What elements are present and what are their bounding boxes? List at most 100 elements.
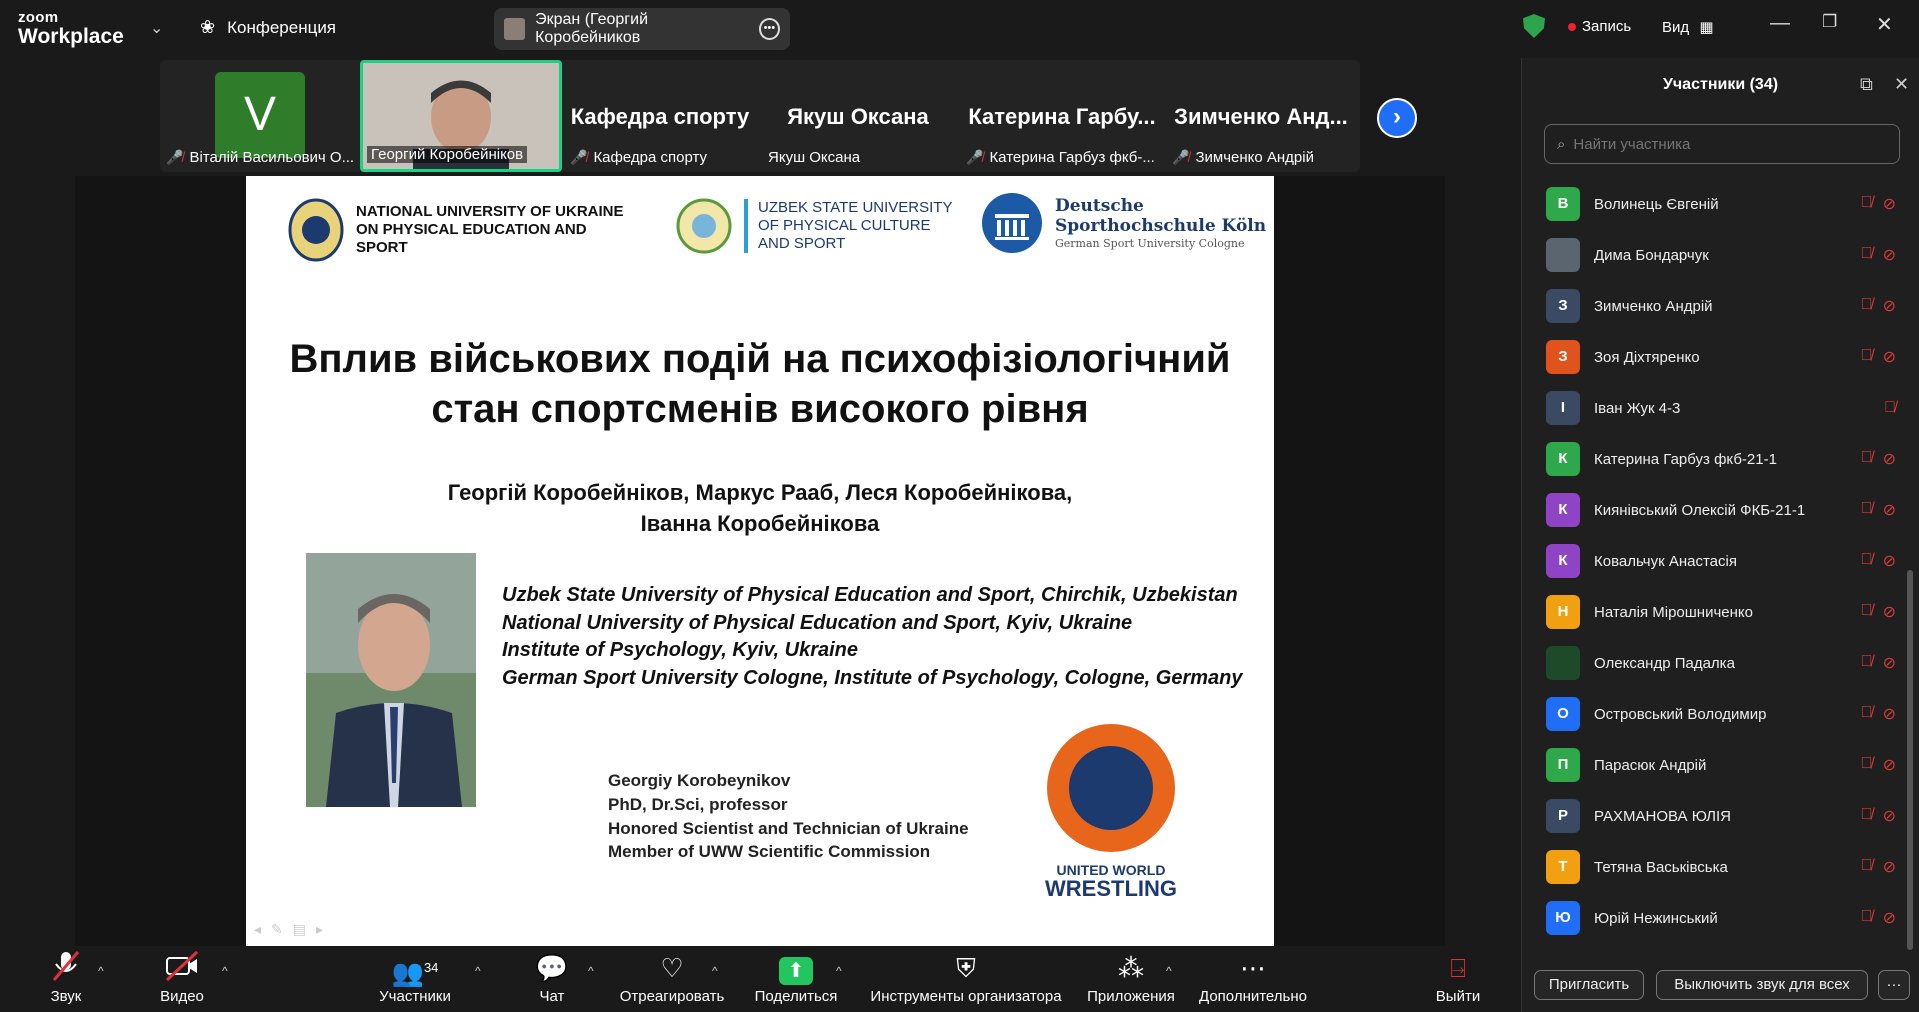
tile-label: 🎤̸ Катерина Гарбуз фкб-...: [966, 149, 1155, 166]
participant-row[interactable]: І Іван Жук 4-3 🎙̸: [1546, 386, 1896, 430]
participant-row[interactable]: П Парасюк Андрій 🎙̸ ⊘: [1546, 743, 1896, 787]
participant-status-icons: 🎙̸ ⊘: [1861, 551, 1896, 571]
share-button[interactable]: ⬆ Поделиться: [754, 950, 838, 1005]
audio-options-caret[interactable]: ^: [98, 964, 104, 978]
uni3-line: Sporthochschule Köln: [1055, 216, 1267, 237]
nuupes-logo-block: NATIONAL UNIVERSITY OF UKRAINE ON PHYSIC…: [288, 198, 624, 262]
participant-row[interactable]: О Островський Володимир 🎙̸ ⊘: [1546, 692, 1896, 736]
video-tile[interactable]: Якуш Оксана Якуш Оксана: [758, 60, 958, 172]
mic-muted-icon: 🎙̸: [1860, 296, 1873, 313]
participant-row[interactable]: Дима Бондарчук 🎙̸ ⊘: [1546, 233, 1896, 277]
video-button[interactable]: Видео: [152, 950, 212, 1005]
participant-list[interactable]: В Волинець Євгеній 🎙̸ ⊘ Дима Бондарчук 🎙̸ ⊘ З Зи…: [1522, 176, 1902, 956]
video-tile[interactable]: V 🎤̸ Віталій Васильович О...: [160, 60, 358, 172]
chat-button[interactable]: 💬 Чат: [530, 950, 574, 1005]
react-button[interactable]: ♡ Отреагировать: [618, 950, 726, 1005]
restore-icon[interactable]: ❐: [1822, 12, 1837, 32]
apps-button[interactable]: ⁂ Приложения: [1084, 950, 1178, 1005]
mic-muted-icon: [40, 950, 92, 986]
zoom-logo[interactable]: zoom Workplace: [18, 10, 124, 47]
share-options-caret[interactable]: ^: [836, 964, 842, 978]
close-icon[interactable]: ✕: [1876, 12, 1893, 37]
video-gallery-strip: V 🎤̸ Віталій Васильович О... Георгий Коро…: [160, 60, 1360, 172]
video-tile-active-speaker[interactable]: Георгий Коробейніков: [360, 60, 562, 172]
tile-name-large: Кафедра спорту: [570, 104, 750, 129]
participant-row[interactable]: К Киянівський Олексій ФКБ-21-1 🎙̸ ⊘: [1546, 488, 1896, 532]
next-page-button[interactable]: ›: [1377, 98, 1417, 138]
participant-name: РАХМАНОВА ЮЛІЯ: [1594, 807, 1732, 825]
tile-name-large: Зимченко Анд...: [1174, 104, 1348, 129]
video-tile[interactable]: Зимченко Анд... 🎤̸ Зимченко Андрій: [1166, 60, 1356, 172]
minimize-icon[interactable]: —: [1770, 12, 1790, 35]
participants-button[interactable]: 👥34 Участники: [370, 950, 460, 1005]
share-label: Поделиться: [754, 988, 838, 1005]
host-tools-label: Инструменты организатора: [870, 988, 1062, 1005]
video-tile[interactable]: Катерина Гарбу... 🎤̸ Катерина Гарбуз фкб-…: [960, 60, 1164, 172]
participant-name: Катерина Гарбуз фкб-21-1: [1594, 450, 1777, 468]
participant-row[interactable]: З Зимченко Андрій 🎙̸ ⊘: [1546, 284, 1896, 328]
tile-label: 🎤̸ Віталій Васильович О...: [166, 149, 354, 166]
participant-row[interactable]: Т Тетяна Васьківська 🎙̸ ⊘: [1546, 845, 1896, 889]
leave-button[interactable]: ⍈ Выйти: [1432, 950, 1484, 1005]
apps-label: Приложения: [1087, 988, 1175, 1005]
mic-muted-icon: 🎙̸: [1860, 602, 1873, 619]
invite-button[interactable]: Пригласить: [1534, 970, 1644, 1000]
meeting-info-button[interactable]: ❀ Конференция: [200, 17, 336, 38]
slide-title: Вплив військових подій на психофізіологі…: [246, 334, 1274, 434]
participants-options-caret[interactable]: ^: [475, 964, 481, 978]
record-dot-icon: [1568, 22, 1576, 31]
record-button[interactable]: Запись: [1568, 18, 1631, 35]
security-shield-icon[interactable]: [1523, 14, 1545, 38]
avatar: Ю: [1546, 901, 1580, 935]
tile-label: Георгий Коробейніков: [367, 146, 528, 163]
view-button[interactable]: Вид ▦: [1662, 18, 1714, 36]
host-tools-button[interactable]: ⛨ Инструменты организатора: [866, 950, 1066, 1005]
mute-all-button[interactable]: Выключить звук для всех: [1656, 970, 1868, 1000]
record-label: Запись: [1582, 18, 1632, 35]
participant-row[interactable]: З Зоя Діхтяренко 🎙̸ ⊘: [1546, 335, 1896, 379]
mic-muted-icon: 🎤̸: [1172, 149, 1190, 165]
screen-share-indicator[interactable]: Экран (Георгий Коробейников •••: [494, 8, 790, 50]
participant-row[interactable]: Ю Юрій Нежинський 🎙̸ ⊘: [1546, 896, 1896, 940]
screen-share-label: Экран (Георгий Коробейников: [535, 11, 649, 46]
leave-label: Выйти: [1435, 988, 1481, 1005]
participant-row[interactable]: К Катерина Гарбуз фкб-21-1 🎙̸ ⊘: [1546, 437, 1896, 481]
pop-out-icon[interactable]: ⧉: [1860, 74, 1873, 95]
participant-row[interactable]: К Ковальчук Анастасія 🎙̸ ⊘: [1546, 539, 1896, 583]
participant-row[interactable]: Олександр Падалка 🎙̸ ⊘: [1546, 641, 1896, 685]
more-button[interactable]: ⋯ Дополнительно: [1196, 950, 1310, 1005]
participant-name: Дима Бондарчук: [1594, 246, 1709, 264]
share-screen-icon: ⬆: [779, 957, 813, 985]
uni3-line: Deutsche: [1055, 196, 1144, 217]
avatar: V: [215, 72, 305, 158]
slide-nav-controls[interactable]: ◂✎▤▸: [254, 921, 333, 938]
audio-button[interactable]: Звук: [40, 950, 92, 1005]
mic-muted-icon: 🎙̸: [1860, 857, 1873, 874]
avatar: [1546, 238, 1580, 272]
more-options-button[interactable]: ···: [1878, 970, 1910, 1000]
participant-status-icons: 🎙̸ ⊘: [1861, 755, 1896, 775]
mic-muted-icon: 🎙̸: [1860, 449, 1873, 466]
close-panel-icon[interactable]: ✕: [1894, 74, 1909, 95]
apps-options-caret[interactable]: ^: [1166, 964, 1172, 978]
tile-name-large: Якуш Оксана: [787, 104, 929, 129]
react-options-caret[interactable]: ^: [712, 964, 718, 978]
participant-row[interactable]: Н Наталія Мірошниченко 🎙̸ ⊘: [1546, 590, 1896, 634]
participant-status-icons: 🎙̸ ⊘: [1861, 908, 1896, 928]
video-options-caret[interactable]: ^: [222, 964, 228, 978]
search-input[interactable]: [1573, 135, 1874, 153]
participant-row[interactable]: Р РАХМАНОВА ЮЛІЯ 🎙̸ ⊘: [1546, 794, 1896, 838]
participants-scrollbar[interactable]: [1907, 570, 1913, 950]
chevron-down-icon[interactable]: ⌄: [150, 18, 163, 38]
video-off-icon: ⊘: [1882, 757, 1896, 774]
participant-search[interactable]: ⌕: [1544, 124, 1900, 164]
tile-name: Катерина Гарбуз фкб-...: [989, 149, 1155, 166]
chat-options-caret[interactable]: ^: [588, 964, 594, 978]
video-off-icon: ⊘: [1882, 502, 1896, 519]
heart-icon: ♡: [660, 953, 684, 983]
more-options-icon[interactable]: •••: [758, 18, 780, 40]
sharer-avatar: [504, 18, 526, 40]
participant-row[interactable]: В Волинець Євгеній 🎙̸ ⊘: [1546, 182, 1896, 226]
video-tile[interactable]: Кафедра спорту 🎤̸ Кафедра спорту: [564, 60, 756, 172]
avatar: О: [1546, 697, 1580, 731]
